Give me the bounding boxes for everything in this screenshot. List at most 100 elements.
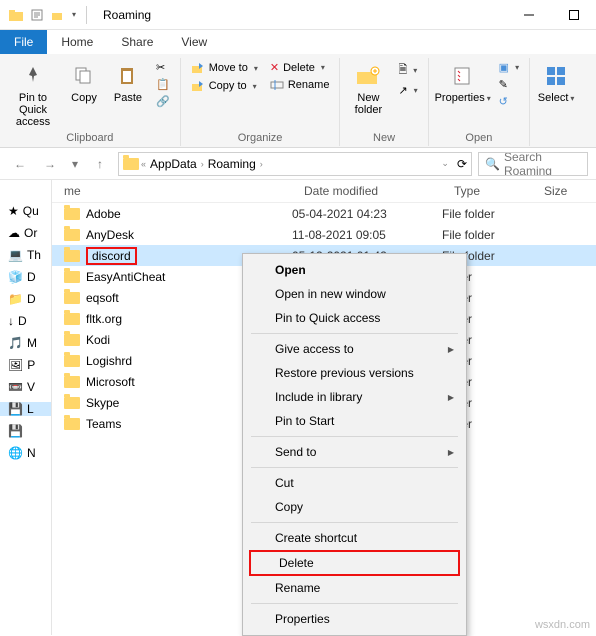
- forward-button[interactable]: →: [38, 152, 62, 176]
- refresh-icon[interactable]: ⟳: [457, 157, 467, 171]
- tab-share[interactable]: Share: [107, 30, 167, 54]
- delete-button[interactable]: ✕ Delete: [266, 60, 334, 75]
- ctx-include-library[interactable]: Include in library: [245, 385, 464, 409]
- qat-customize-icon[interactable]: [70, 10, 76, 19]
- copy-to-button[interactable]: Copy to: [187, 78, 262, 94]
- properties-button[interactable]: Properties: [435, 60, 491, 106]
- edit-icon: ✎: [499, 78, 508, 91]
- sidebar-item[interactable]: 🧊D: [0, 270, 51, 284]
- sidebar-item[interactable]: 🎵M: [0, 336, 51, 350]
- new-item-button[interactable]: 🗎: [394, 60, 421, 81]
- open-button[interactable]: ▣: [495, 60, 523, 75]
- label: Qu: [23, 204, 39, 218]
- nav-icon: 🎵: [8, 336, 23, 350]
- nav-icon: 📁: [8, 292, 23, 306]
- up-button[interactable]: ↑: [88, 152, 112, 176]
- sidebar-item[interactable]: 📁D: [0, 292, 51, 306]
- file-date: 11-08-2021 09:05: [292, 228, 442, 242]
- pin-quick-access-button[interactable]: Pin to Quick access: [6, 60, 60, 130]
- easy-access-button[interactable]: ↗: [394, 83, 421, 98]
- ctx-send-to[interactable]: Send to: [245, 440, 464, 464]
- copy-path-button[interactable]: 📋: [152, 77, 174, 92]
- ctx-pin-start[interactable]: Pin to Start: [245, 409, 464, 433]
- label: Paste: [114, 92, 142, 104]
- table-row[interactable]: AnyDesk 11-08-2021 09:05File folder: [52, 224, 596, 245]
- ctx-delete[interactable]: Delete: [249, 550, 460, 576]
- nav-icon: 💾: [8, 424, 23, 438]
- group-clipboard: Pin to Quick access Copy Paste ✂ 📋 🔗 Cli…: [0, 58, 181, 146]
- ribbon-tabs: File Home Share View: [0, 30, 596, 54]
- sidebar-item[interactable]: 💾L: [0, 402, 51, 416]
- group-new: New folder 🗎 ↗ New: [340, 58, 428, 146]
- sidebar-item[interactable]: 🌐N: [0, 446, 51, 460]
- col-type[interactable]: Type: [454, 184, 544, 198]
- sidebar-item[interactable]: 📼V: [0, 380, 51, 394]
- breadcrumb[interactable]: « AppData › Roaming › ⌄ ⟳: [118, 152, 472, 176]
- history-button[interactable]: ↺: [495, 94, 523, 109]
- paste-shortcut-button[interactable]: 🔗: [152, 94, 174, 109]
- file-date: 05-04-2021 04:23: [292, 207, 442, 221]
- search-placeholder: Search Roaming: [504, 152, 581, 176]
- back-button[interactable]: ←: [8, 152, 32, 176]
- ctx-copy[interactable]: Copy: [245, 495, 464, 519]
- crumb-appdata[interactable]: AppData: [148, 157, 199, 171]
- label: Properties: [435, 92, 491, 104]
- nav-icon: 🌐: [8, 446, 23, 460]
- label: M: [27, 336, 37, 350]
- sidebar-item[interactable]: ★Qu: [0, 204, 51, 218]
- chevron-icon: ›: [201, 159, 204, 169]
- edit-button[interactable]: ✎: [495, 77, 523, 92]
- qat-newfolder-icon[interactable]: [50, 8, 64, 22]
- cut-button[interactable]: ✂: [152, 60, 174, 75]
- navigation-pane[interactable]: ★Qu☁Or💻Th🧊D📁D↓D🎵M🖼P📼V💾L💾🌐N: [0, 180, 52, 635]
- tab-file[interactable]: File: [0, 30, 47, 54]
- ctx-give-access-to[interactable]: Give access to: [245, 337, 464, 361]
- shortcut-icon: 🔗: [156, 95, 170, 108]
- file-name: Teams: [86, 417, 121, 431]
- label: Include in library: [275, 390, 362, 404]
- label: L: [27, 402, 34, 416]
- search-input[interactable]: 🔍 Search Roaming: [478, 152, 588, 176]
- col-name[interactable]: me: [64, 184, 304, 198]
- nav-icon: 💻: [8, 248, 23, 262]
- rename-button[interactable]: Rename: [266, 77, 334, 93]
- paste-button[interactable]: Paste: [108, 60, 148, 106]
- recent-button[interactable]: ▾: [68, 152, 82, 176]
- new-folder-button[interactable]: New folder: [346, 60, 390, 118]
- table-row[interactable]: Adobe05-04-2021 04:23File folder: [52, 203, 596, 224]
- sidebar-item[interactable]: ☁Or: [0, 226, 51, 240]
- select-button[interactable]: Select: [536, 60, 576, 106]
- qat-properties-icon[interactable]: [30, 8, 44, 22]
- group-organize: Move to Copy to ✕ Delete Rename Organize: [181, 58, 341, 146]
- sidebar-item[interactable]: 🖼P: [0, 358, 51, 372]
- ctx-cut[interactable]: Cut: [245, 471, 464, 495]
- sidebar-item[interactable]: 💾: [0, 424, 51, 438]
- ctx-create-shortcut[interactable]: Create shortcut: [245, 526, 464, 550]
- tab-view[interactable]: View: [167, 30, 221, 54]
- ctx-open-new-window[interactable]: Open in new window: [245, 282, 464, 306]
- ctx-open[interactable]: Open: [245, 258, 464, 282]
- ctx-properties[interactable]: Properties: [245, 607, 464, 631]
- label: Th: [27, 248, 41, 262]
- file-type: File folder: [442, 228, 532, 242]
- minimize-button[interactable]: [506, 0, 551, 30]
- folder-icon: [64, 271, 80, 283]
- group-open: Properties ▣ ✎ ↺ Open: [429, 58, 530, 146]
- copy-button[interactable]: Copy: [64, 60, 104, 106]
- sidebar-item[interactable]: 💻 Th: [0, 248, 51, 262]
- column-headers[interactable]: me Date modified Type Size: [52, 180, 596, 203]
- crumb-roaming[interactable]: Roaming: [206, 157, 258, 171]
- file-name: Adobe: [86, 207, 121, 221]
- move-to-button[interactable]: Move to: [187, 60, 262, 76]
- maximize-button[interactable]: [551, 0, 596, 30]
- col-date[interactable]: Date modified: [304, 184, 454, 198]
- sidebar-item[interactable]: ↓D: [0, 314, 51, 328]
- ctx-rename[interactable]: Rename: [245, 576, 464, 600]
- folder-icon: [64, 250, 80, 262]
- tab-home[interactable]: Home: [47, 30, 107, 54]
- dropdown-icon[interactable]: ⌄: [441, 158, 449, 169]
- ctx-restore-versions[interactable]: Restore previous versions: [245, 361, 464, 385]
- file-name: AnyDesk: [86, 228, 134, 242]
- ctx-pin-quick-access[interactable]: Pin to Quick access: [245, 306, 464, 330]
- col-size[interactable]: Size: [544, 184, 596, 198]
